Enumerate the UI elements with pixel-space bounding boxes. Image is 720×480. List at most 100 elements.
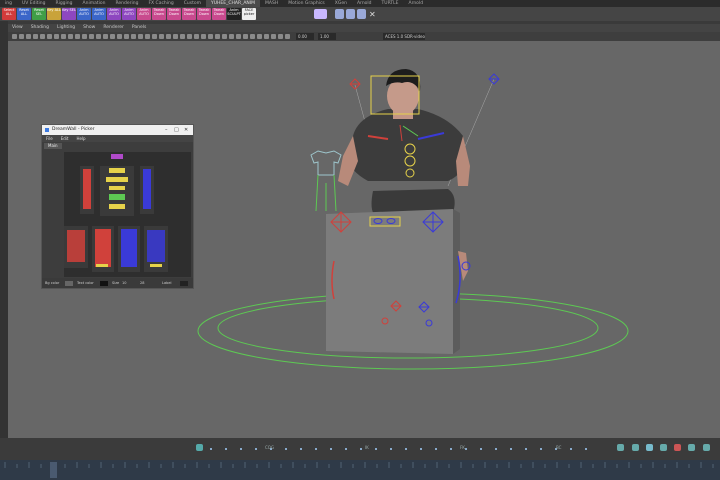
viewport-menu-item[interactable]: View <box>8 24 27 32</box>
shelf-tab[interactable]: TURTLE <box>377 0 404 7</box>
folder-icon[interactable] <box>357 9 366 19</box>
viewport-tool-icon[interactable] <box>285 34 290 39</box>
viewport-tool-icon[interactable] <box>250 34 255 39</box>
timeline-key[interactable] <box>435 448 437 450</box>
picker-tab-main[interactable]: Main <box>44 143 62 149</box>
timeline-key[interactable] <box>570 448 572 450</box>
viewport-menu-item[interactable]: Lighting <box>53 24 79 32</box>
timeline-key[interactable] <box>360 448 362 450</box>
shelf-button[interactable]: Tweak Down <box>197 8 211 20</box>
viewport-tool-icon[interactable] <box>82 34 87 39</box>
shelf-tab[interactable]: Motion Graphics <box>283 0 330 7</box>
viewport-tool-icon[interactable] <box>201 34 206 39</box>
playback-icon[interactable] <box>196 444 203 451</box>
plugin-icon[interactable] <box>314 9 327 19</box>
shelf-button[interactable]: Anim SCULPT <box>227 8 241 20</box>
delete-key-icon[interactable] <box>674 444 681 451</box>
viewport-tool-icon[interactable] <box>103 34 108 39</box>
viewport-tool-icon[interactable] <box>159 34 164 39</box>
picker-menu-item[interactable]: File <box>46 136 53 141</box>
shelf-button[interactable]: Tweak Down <box>212 8 226 20</box>
key-icon[interactable] <box>646 444 653 451</box>
timeline-key[interactable] <box>240 448 242 450</box>
timeline-key[interactable] <box>255 448 257 450</box>
viewport-tool-icon[interactable] <box>61 34 66 39</box>
viewport-tool-icon[interactable] <box>236 34 241 39</box>
timeline-key[interactable] <box>510 448 512 450</box>
picker-titlebar[interactable]: DreamWall - Picker – □ ✕ <box>42 125 193 135</box>
timeline-key[interactable] <box>405 448 407 450</box>
key-icon[interactable] <box>617 444 624 451</box>
timeline-key[interactable] <box>540 448 542 450</box>
timeline-key[interactable] <box>420 448 422 450</box>
viewport-tool-icon[interactable] <box>187 34 192 39</box>
shelf-button[interactable]: Key ALL <box>47 8 61 20</box>
viewport-tool-icon[interactable] <box>215 34 220 39</box>
shelf-button[interactable]: Tweak Down <box>167 8 181 20</box>
viewport-tool-icon[interactable] <box>222 34 227 39</box>
shelf-button[interactable]: Anim AUTO <box>122 8 136 20</box>
timeline-key[interactable] <box>210 448 212 450</box>
shelf-button[interactable]: Anim AUTO <box>77 8 91 20</box>
elbow-pole-left[interactable] <box>349 78 361 90</box>
viewport-tool-icon[interactable] <box>12 34 17 39</box>
key-icon[interactable] <box>660 444 667 451</box>
viewport-tool-icon[interactable] <box>138 34 143 39</box>
shelf-tab[interactable]: ing <box>0 0 17 7</box>
viewport-tool-icon[interactable] <box>152 34 157 39</box>
viewport-tool-icon[interactable] <box>117 34 122 39</box>
viewport-tool-icon[interactable] <box>89 34 94 39</box>
close-icon[interactable]: ✕ <box>184 125 188 135</box>
viewport-tool-icon[interactable] <box>278 34 283 39</box>
folder-icon[interactable] <box>335 9 344 19</box>
timeline-key[interactable] <box>375 448 377 450</box>
shelf-button[interactable]: Tweak Down <box>182 8 196 20</box>
viewport-tool-icon[interactable] <box>68 34 73 39</box>
gamma-field[interactable]: 1.00 <box>318 33 336 40</box>
viewport-menu-item[interactable]: Show <box>79 24 99 32</box>
timeline-key[interactable] <box>480 448 482 450</box>
picker-menu-item[interactable]: Edit <box>61 136 69 141</box>
timeline-key[interactable] <box>585 448 587 450</box>
width-field[interactable]: 28 <box>140 278 144 288</box>
shelf-tab[interactable]: MASH <box>260 0 283 7</box>
viewport-tool-icon[interactable] <box>47 34 52 39</box>
shelf-button[interactable]: Reset ALL <box>17 8 31 20</box>
shelf-button[interactable]: Reset SEL <box>32 8 46 20</box>
key-icon[interactable] <box>703 444 710 451</box>
viewport-tool-icon[interactable] <box>173 34 178 39</box>
viewport-tool-icon[interactable] <box>75 34 80 39</box>
shelf-button[interactable]: Tweak Down <box>152 8 166 20</box>
bg-color-swatch[interactable] <box>65 281 73 286</box>
viewport-tool-icon[interactable] <box>264 34 269 39</box>
tshirt-icon[interactable] <box>310 150 342 212</box>
range-slider[interactable] <box>0 460 720 480</box>
shelf-tab[interactable]: XGen <box>330 0 352 7</box>
viewport-tool-icon[interactable] <box>96 34 101 39</box>
viewport-tool-icon[interactable] <box>131 34 136 39</box>
maximize-icon[interactable]: □ <box>174 125 179 135</box>
viewport-tool-icon[interactable] <box>40 34 45 39</box>
shelf-button[interactable]: Key SEL <box>62 8 76 20</box>
timeline-key[interactable] <box>300 448 302 450</box>
key-icon[interactable] <box>632 444 639 451</box>
viewport-tool-icon[interactable] <box>229 34 234 39</box>
shelf-tab[interactable]: YUHEE_CHAR_ANIM <box>206 0 260 7</box>
timeline-key[interactable] <box>495 448 497 450</box>
shelf-button[interactable]: Anim AUTO <box>107 8 121 20</box>
shelf-tab[interactable]: Arnold <box>352 0 377 7</box>
timeline-key[interactable] <box>225 448 227 450</box>
viewport-tool-icon[interactable] <box>124 34 129 39</box>
viewport-tool-icon[interactable] <box>180 34 185 39</box>
text-color-swatch[interactable] <box>100 281 108 286</box>
shelf-tab[interactable]: Arnold <box>403 0 428 7</box>
timeline-key[interactable] <box>315 448 317 450</box>
size-field[interactable]: 10 <box>122 278 126 288</box>
viewport-tool-icon[interactable] <box>243 34 248 39</box>
viewport-tool-icon[interactable] <box>208 34 213 39</box>
timeline-key[interactable] <box>345 448 347 450</box>
shelf-tab[interactable]: Rigging <box>50 0 77 7</box>
time-slider[interactable]: COG IK FK BC <box>0 438 720 460</box>
shelf-tab[interactable]: UV Editing <box>17 0 50 7</box>
picker-menu-item[interactable]: Help <box>76 136 85 141</box>
